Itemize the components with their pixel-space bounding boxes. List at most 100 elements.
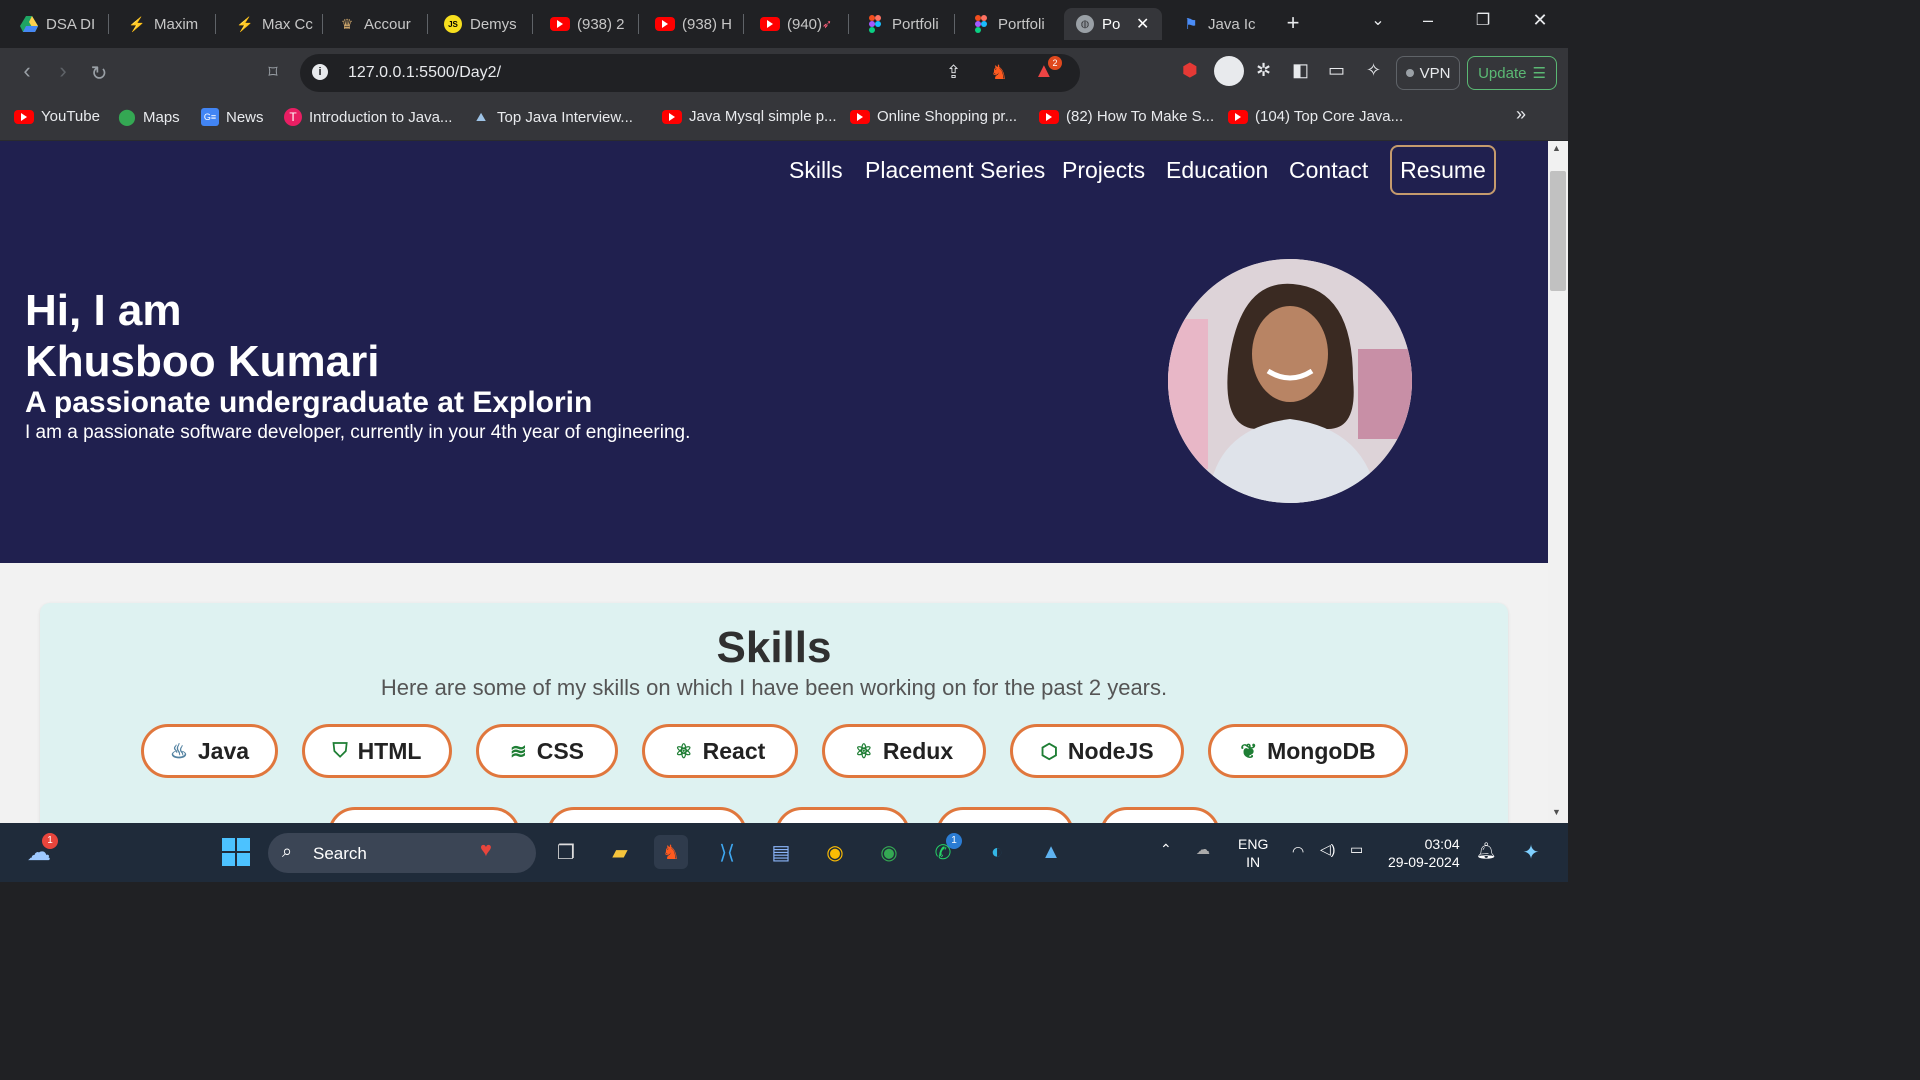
skill-css[interactable]: ≋ CSS: [476, 724, 618, 778]
hero-section: Skills Placement Series Projects Educati…: [0, 141, 1548, 563]
skill-pill-partial[interactable]: [775, 807, 910, 823]
youtube-icon: [662, 109, 682, 124]
restore-icon[interactable]: ❐: [1468, 10, 1498, 30]
tab-max-cc[interactable]: ⚡ Max Cc: [236, 8, 314, 40]
bookmark-top-core-java[interactable]: (104) Top Core Java...: [1228, 108, 1403, 125]
skill-pill-partial[interactable]: [328, 807, 520, 823]
brave-browser-icon[interactable]: ♞: [654, 835, 688, 869]
react-icon: ⚛: [674, 740, 693, 763]
profile-photo: [1168, 259, 1412, 503]
bookmark-icon[interactable]: ⌑: [258, 62, 288, 83]
chrome-icon[interactable]: ◉: [818, 835, 852, 869]
language-code: ENG: [1238, 836, 1269, 852]
share-icon[interactable]: ⇪: [946, 62, 961, 83]
sidebar-icon[interactable]: ◧: [1292, 60, 1309, 81]
skill-pill-partial[interactable]: [1100, 807, 1220, 823]
resume-button[interactable]: Resume: [1390, 145, 1496, 195]
extension-circle-icon[interactable]: [1214, 56, 1244, 86]
bookmark-online-shopping[interactable]: Online Shopping pr...: [850, 108, 1017, 125]
skill-nodejs[interactable]: ⬡ NodeJS: [1010, 724, 1184, 778]
taskbar-search[interactable]: ⌕ Search ♥: [268, 833, 536, 873]
language-indicator[interactable]: ENG IN: [1238, 835, 1268, 871]
nav-education[interactable]: Education: [1166, 157, 1268, 184]
skill-redux[interactable]: ⚛ Redux: [822, 724, 986, 778]
tab-account[interactable]: ♛ Accour: [338, 8, 418, 40]
tab-figma-1[interactable]: Portfoli: [866, 8, 946, 40]
nav-contact[interactable]: Contact: [1289, 157, 1368, 184]
show-hidden-icons-icon[interactable]: ⌃: [1160, 841, 1172, 858]
tab-search-chevron-icon[interactable]: ⌄: [1363, 10, 1393, 30]
ublock-icon[interactable]: ⬢: [1182, 60, 1198, 81]
clock[interactable]: 03:04 29-09-2024: [1388, 835, 1460, 871]
wallet-icon[interactable]: ▭: [1328, 60, 1345, 81]
bookmark-top-java-interview[interactable]: ⛰ Top Java Interview...: [472, 108, 633, 126]
file-explorer-icon[interactable]: ▰: [603, 835, 637, 869]
url-text: 127.0.0.1:5500/Day2/: [348, 64, 502, 81]
scroll-up-icon[interactable]: ▲: [1552, 143, 1561, 153]
leo-ai-icon[interactable]: ✧: [1366, 60, 1381, 81]
windows-start-icon[interactable]: [219, 835, 253, 869]
weather-badge: 1: [42, 833, 58, 849]
search-highlight-icon: ♥: [480, 839, 492, 861]
search-icon: ⌕: [282, 841, 293, 861]
brave-shields-icon[interactable]: ♞: [990, 60, 1008, 85]
vpn-button[interactable]: VPN: [1396, 56, 1460, 90]
site-info-icon[interactable]: i: [312, 64, 328, 80]
tab-active-portfolio[interactable]: ◍ Po ✕: [1064, 8, 1162, 40]
bookmark-label: (104) Top Core Java...: [1255, 108, 1404, 125]
bookmark-how-to-make[interactable]: (82) How To Make S...: [1039, 108, 1214, 125]
volume-icon[interactable]: ◁): [1320, 841, 1335, 858]
nav-placement-series[interactable]: Placement Series: [865, 157, 1045, 184]
minimize-icon[interactable]: –: [1413, 10, 1443, 31]
vscode-icon[interactable]: ⟩⟨: [710, 835, 744, 869]
wifi-icon[interactable]: ◠: [1292, 843, 1304, 860]
edge-icon[interactable]: ◐: [980, 835, 1014, 869]
chrome-profile-icon[interactable]: ◉: [872, 835, 906, 869]
tab-divider: [848, 14, 849, 34]
page-scrollbar[interactable]: ▲ ▼: [1548, 141, 1568, 823]
skill-html[interactable]: ⛉ HTML: [302, 724, 452, 778]
tab-java-icons[interactable]: ⚑ Java Ic: [1182, 8, 1264, 40]
skill-java[interactable]: ♨ Java: [141, 724, 278, 778]
audio-indicator-icon: ➶: [822, 17, 833, 31]
close-tab-icon[interactable]: ✕: [1136, 14, 1149, 34]
bookmark-news[interactable]: G≡ News: [201, 108, 264, 126]
update-button[interactable]: Update ☰: [1467, 56, 1557, 90]
figma-icon: [866, 15, 884, 33]
tab-label: DSA DI: [46, 15, 96, 33]
tab-demys[interactable]: JS Demys: [444, 8, 524, 40]
notifications-bell-icon[interactable]: 🔔︎: [1476, 841, 1496, 861]
scroll-down-icon[interactable]: ▼: [1552, 807, 1561, 817]
back-icon[interactable]: ‹: [12, 58, 42, 84]
skill-react[interactable]: ⚛ React: [642, 724, 798, 778]
battery-icon[interactable]: ▭: [1350, 841, 1363, 858]
bookmark-maps[interactable]: ⬤ Maps: [118, 108, 180, 127]
tab-youtube-3[interactable]: (940) ➶: [760, 8, 840, 40]
bookmark-youtube[interactable]: YouTube: [14, 108, 100, 125]
forward-icon[interactable]: ›: [48, 58, 78, 84]
more-bookmarks-icon[interactable]: »: [1516, 104, 1526, 125]
bookmark-java-mysql[interactable]: Java Mysql simple p...: [662, 108, 837, 125]
skill-pill-partial[interactable]: [547, 807, 747, 823]
bookmark-intro-java[interactable]: T Introduction to Java...: [284, 108, 452, 126]
tab-figma-2[interactable]: Portfoli: [972, 8, 1052, 40]
reload-icon[interactable]: ↻: [84, 61, 114, 86]
close-window-icon[interactable]: ✕: [1525, 10, 1555, 31]
skill-pill-partial[interactable]: [936, 807, 1074, 823]
notepad-icon[interactable]: ▤: [764, 835, 798, 869]
nav-skills[interactable]: Skills: [789, 157, 843, 184]
task-view-icon[interactable]: ❐: [549, 835, 583, 869]
tab-youtube-1[interactable]: (938) 2: [550, 8, 630, 40]
tab-maxim[interactable]: ⚡ Maxim: [128, 8, 208, 40]
new-tab-icon[interactable]: +: [1278, 10, 1308, 36]
tab-youtube-2[interactable]: (938) H: [655, 8, 735, 40]
extensions-puzzle-icon[interactable]: ✲: [1256, 60, 1271, 81]
nav-projects[interactable]: Projects: [1062, 157, 1145, 184]
address-bar[interactable]: i 127.0.0.1:5500/Day2/ ⇪ ♞ ▲ 2: [300, 54, 1080, 92]
skill-mongodb[interactable]: ❦ MongoDB: [1208, 724, 1408, 778]
scrollbar-thumb[interactable]: [1550, 171, 1566, 291]
onedrive-error-icon[interactable]: ☁: [1196, 841, 1210, 858]
copilot-icon[interactable]: ✦: [1514, 835, 1548, 869]
tab-dsa[interactable]: DSA DI: [20, 8, 110, 40]
photos-icon[interactable]: ▲: [1034, 835, 1068, 869]
